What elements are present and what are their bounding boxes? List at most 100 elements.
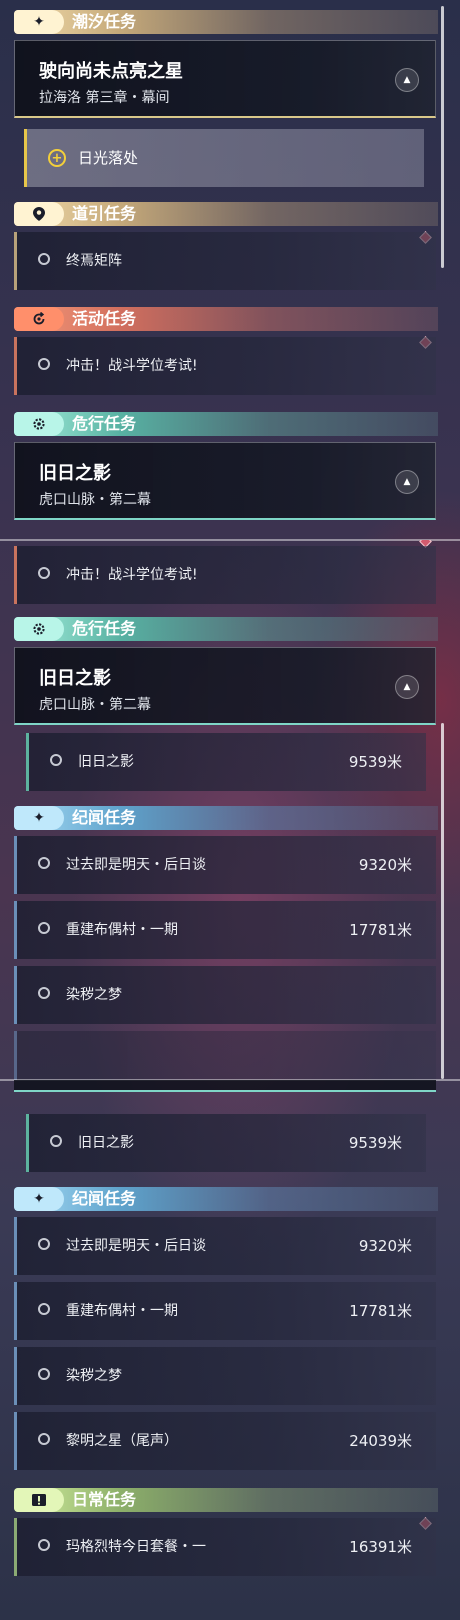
featured-quest-card[interactable]: 驶向尚未点亮之星 拉海洛 第三章・幕间 ▲ <box>14 40 436 118</box>
section-header-chronicle[interactable]: ✦ 纪闻任务 <box>14 806 438 830</box>
accent-bar <box>14 1412 17 1470</box>
quest-list-item-partial[interactable] <box>14 1031 436 1080</box>
quest-title: 旧日之影 <box>39 463 111 484</box>
quest-distance: 24039米 <box>349 1432 412 1450</box>
quest-distance: 9320米 <box>358 1237 412 1255</box>
section-header-guide[interactable]: 道引任务 <box>14 202 438 226</box>
section-header-danger[interactable]: 危行任务 <box>14 412 438 436</box>
circle-icon <box>38 922 50 934</box>
accent-bar <box>26 733 29 791</box>
quest-list-item[interactable]: 过去即是明天・后日谈 9320米 <box>14 836 436 894</box>
quest-chapter: 虎口山脉・第二幕 <box>39 492 151 508</box>
quest-label: 过去即是明天・后日谈 <box>66 857 206 873</box>
map-pin-icon <box>14 202 64 226</box>
circle-icon <box>38 857 50 869</box>
four-point-star-icon: ✦ <box>14 1187 64 1211</box>
section-title: 活动任务 <box>72 309 137 328</box>
quest-list-item[interactable]: 染秽之梦 <box>14 1347 436 1405</box>
circle-icon <box>50 754 62 766</box>
four-point-star-icon: ✦ <box>14 806 64 830</box>
quest-label: 染秽之梦 <box>66 1368 122 1384</box>
accent-bar <box>14 836 17 894</box>
accent-bar <box>14 1347 17 1405</box>
quest-objective-item[interactable]: + 日光落处 <box>24 129 424 187</box>
section-header-event[interactable]: 活动任务 <box>14 307 438 331</box>
accent-bar <box>14 1518 17 1576</box>
quest-list-item[interactable]: 染秽之梦 <box>14 966 436 1024</box>
accent-bar <box>14 966 17 1024</box>
quest-list-item[interactable]: 冲击！战斗学位考试! <box>14 546 436 604</box>
quest-objective-item[interactable]: 旧日之影 9539米 <box>26 733 426 791</box>
quest-label: 重建布偶村・一期 <box>66 922 178 938</box>
plus-circle-icon: + <box>48 149 66 167</box>
accent-bar <box>14 1031 17 1080</box>
circle-icon <box>38 1303 50 1315</box>
section-title: 纪闻任务 <box>72 1189 137 1208</box>
quest-title: 驶向尚未点亮之星 <box>39 61 183 82</box>
quest-list-item[interactable]: 重建布偶村・一期 17781米 <box>14 901 436 959</box>
circle-icon <box>50 1135 62 1147</box>
scrollbar[interactable] <box>441 723 444 1079</box>
section-title: 危行任务 <box>72 619 137 638</box>
section-title: 纪闻任务 <box>72 808 137 827</box>
scrollbar[interactable] <box>441 6 444 268</box>
quest-distance: 9539米 <box>348 753 402 771</box>
circle-icon <box>38 1539 50 1551</box>
circle-icon <box>38 1368 50 1380</box>
quest-label: 冲击！战斗学位考试! <box>66 567 198 583</box>
circle-icon <box>38 987 50 999</box>
accent-bar <box>14 232 17 290</box>
expand-arrow-icon[interactable]: ▲ <box>395 675 419 699</box>
quest-label: 过去即是明天・后日谈 <box>66 1238 206 1254</box>
quest-label: 重建布偶村・一期 <box>66 1303 178 1319</box>
quest-list-item[interactable]: 重建布偶村・一期 17781米 <box>14 1282 436 1340</box>
featured-quest-card[interactable]: 旧日之影 虎口山脉・第二幕 ▲ <box>14 647 436 725</box>
quest-list-item[interactable]: 黎明之星（尾声） 24039米 <box>14 1412 436 1470</box>
featured-quest-card-partial <box>14 1080 436 1092</box>
quest-list-item[interactable]: 冲击！战斗学位考试! <box>14 337 436 395</box>
quest-chapter: 拉海洛 第三章・幕间 <box>39 90 170 106</box>
quest-list-item[interactable]: 过去即是明天・后日谈 9320米 <box>14 1217 436 1275</box>
accent-bar <box>14 1282 17 1340</box>
quest-objective-item[interactable]: 旧日之影 9539米 <box>26 1114 426 1172</box>
expand-arrow-icon[interactable]: ▲ <box>395 470 419 494</box>
section-title: 危行任务 <box>72 414 137 433</box>
quest-distance: 17781米 <box>349 1302 412 1320</box>
circle-icon <box>38 1433 50 1445</box>
quest-distance: 9320米 <box>358 856 412 874</box>
section-title: 潮汐任务 <box>72 12 137 31</box>
section-header-danger[interactable]: 危行任务 <box>14 617 438 641</box>
accent-bar <box>14 901 17 959</box>
section-title: 日常任务 <box>72 1490 137 1509</box>
quest-chapter: 虎口山脉・第二幕 <box>39 697 151 713</box>
event-refresh-icon <box>14 307 64 331</box>
section-header-tide[interactable]: ✦ 潮汐任务 <box>14 10 438 34</box>
quest-label: 冲击！战斗学位考试! <box>66 358 198 374</box>
quest-label: 旧日之影 <box>78 754 134 770</box>
section-header-daily[interactable]: 日常任务 <box>14 1488 438 1512</box>
expand-arrow-icon[interactable]: ▲ <box>395 68 419 92</box>
danger-gear-icon <box>14 617 64 641</box>
quest-distance: 17781米 <box>349 921 412 939</box>
four-point-star-icon: ✦ <box>14 10 64 34</box>
section-header-chronicle[interactable]: ✦ 纪闻任务 <box>14 1187 438 1211</box>
circle-icon <box>38 253 50 265</box>
featured-quest-card[interactable]: 旧日之影 虎口山脉・第二幕 ▲ <box>14 442 436 520</box>
circle-icon <box>38 567 50 579</box>
accent-bar <box>14 337 17 395</box>
accent-bar <box>14 1217 17 1275</box>
accent-bar <box>26 1114 29 1172</box>
quest-list-panel-2: 冲击！战斗学位考试! 危行任务 旧日之影 虎口山脉・第二幕 ▲ 旧日之影 953… <box>0 540 460 1080</box>
accent-bar <box>24 129 27 187</box>
quest-label: 玛格烈特今日套餐・一 <box>66 1539 206 1555</box>
quest-title: 旧日之影 <box>39 668 111 689</box>
circle-icon <box>38 1238 50 1250</box>
quest-distance: 9539米 <box>348 1134 402 1152</box>
quest-list-item[interactable]: 终焉矩阵 <box>14 232 436 290</box>
quest-list-item[interactable]: 玛格烈特今日套餐・一 16391米 <box>14 1518 436 1576</box>
accent-bar <box>14 546 17 604</box>
quest-label: 终焉矩阵 <box>66 253 122 269</box>
quest-label: 旧日之影 <box>78 1135 134 1151</box>
circle-icon <box>38 358 50 370</box>
quest-distance: 16391米 <box>349 1538 412 1556</box>
